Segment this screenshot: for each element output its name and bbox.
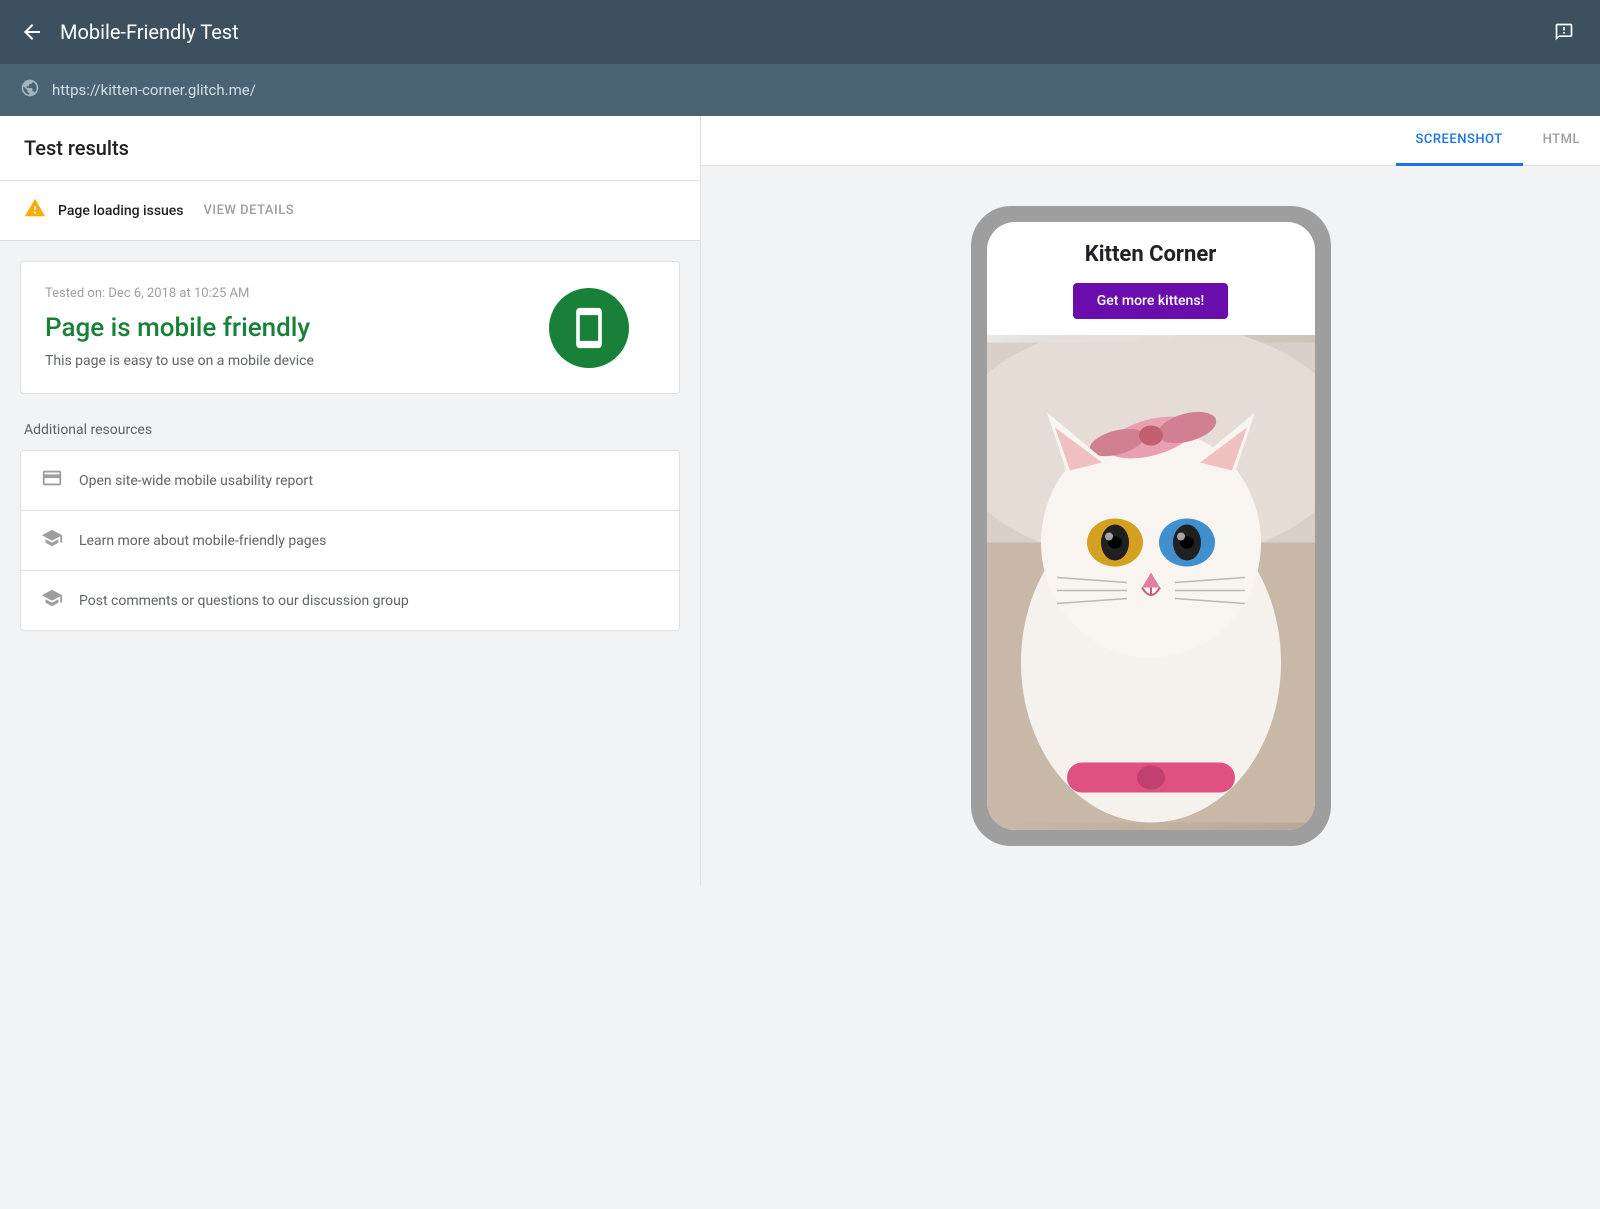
phone-content-area: Kitten Corner Get more kittens! <box>987 222 1315 335</box>
view-details-link[interactable]: VIEW DETAILS <box>204 203 295 218</box>
learn-icon <box>41 527 63 554</box>
warning-text: Page loading issues <box>58 203 184 219</box>
additional-resources-section: Additional resources Open site-wide mobi… <box>20 410 680 631</box>
additional-resources-title: Additional resources <box>20 410 680 450</box>
resource-item-usability[interactable]: Open site-wide mobile usability report <box>21 451 679 511</box>
result-card-icon-area <box>499 262 679 393</box>
back-button[interactable] <box>20 20 44 44</box>
resource-item-discussion[interactable]: Post comments or questions to our discus… <box>21 571 679 630</box>
phone-outer-frame: Kitten Corner Get more kittens! <box>971 206 1331 846</box>
warning-bar: Page loading issues VIEW DETAILS <box>0 181 700 241</box>
phone-cta-button: Get more kittens! <box>1073 283 1229 319</box>
mobile-friendly-title: Page is mobile friendly <box>45 313 475 343</box>
usability-report-icon <box>41 467 63 494</box>
phone-cat-image <box>987 335 1315 830</box>
result-card: Tested on: Dec 6, 2018 at 10:25 AM Page … <box>20 261 680 394</box>
tab-screenshot[interactable]: SCREENSHOT <box>1396 116 1523 166</box>
left-panel: Test results Page loading issues VIEW DE… <box>0 116 700 886</box>
main-content: Test results Page loading issues VIEW DE… <box>0 116 1600 886</box>
globe-icon <box>20 78 40 103</box>
url-display: https://kitten-corner.glitch.me/ <box>52 81 256 99</box>
resource-text-usability: Open site-wide mobile usability report <box>79 473 313 489</box>
page-title: Mobile-Friendly Test <box>60 20 1548 44</box>
tabs-bar: SCREENSHOT HTML <box>701 116 1600 166</box>
result-card-left: Tested on: Dec 6, 2018 at 10:25 AM Page … <box>21 262 499 393</box>
resource-item-learn[interactable]: Learn more about mobile-friendly pages <box>21 511 679 571</box>
phone-site-title: Kitten Corner <box>1085 242 1217 267</box>
top-navigation-bar: Mobile-Friendly Test <box>0 0 1600 64</box>
discussion-icon <box>41 587 63 614</box>
tested-on-label: Tested on: Dec 6, 2018 at 10:25 AM <box>45 286 475 301</box>
phone-mockup-area: Kitten Corner Get more kittens! <box>701 166 1600 886</box>
tab-html[interactable]: HTML <box>1523 116 1600 166</box>
test-results-title: Test results <box>24 136 129 160</box>
test-results-header: Test results <box>0 116 700 181</box>
url-bar: https://kitten-corner.glitch.me/ <box>0 64 1600 116</box>
warning-icon <box>24 197 46 224</box>
resources-card: Open site-wide mobile usability report L… <box>20 450 680 631</box>
resource-text-discussion: Post comments or questions to our discus… <box>79 593 409 609</box>
phone-screen: Kitten Corner Get more kittens! <box>987 222 1315 830</box>
right-panel: SCREENSHOT HTML Kitten Corner Get more k… <box>701 116 1600 886</box>
resource-text-learn: Learn more about mobile-friendly pages <box>79 533 326 549</box>
mobile-friendly-icon <box>549 288 629 368</box>
mobile-friendly-description: This page is easy to use on a mobile dev… <box>45 353 475 369</box>
feedback-icon[interactable] <box>1548 16 1580 48</box>
